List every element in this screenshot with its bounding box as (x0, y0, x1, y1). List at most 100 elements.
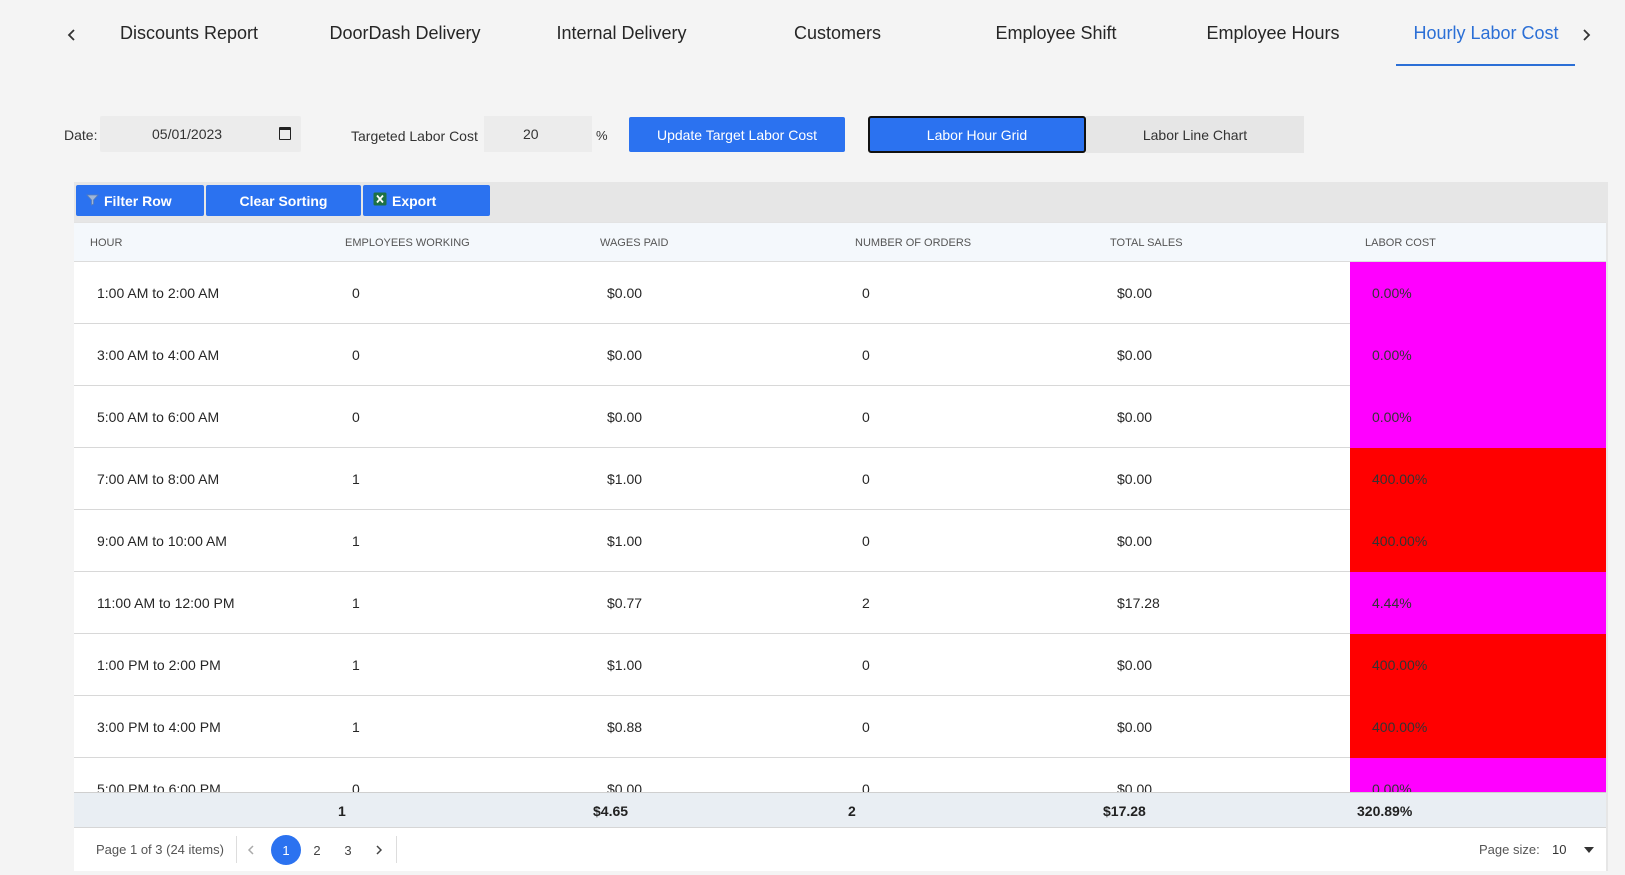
cell-hour: 1:00 PM to 2:00 PM (97, 657, 221, 673)
date-value: 05/01/2023 (152, 126, 223, 142)
active-tab-indicator (1396, 64, 1575, 66)
page-size-select[interactable]: 10 (1552, 828, 1566, 871)
target-labor-cost-input[interactable]: 20 (484, 116, 592, 152)
column-header-number-of-orders[interactable]: NUMBER OF ORDERS (855, 223, 971, 263)
cell-employees-working: 1 (352, 471, 360, 487)
pager-divider (396, 836, 397, 863)
cell-number-of-orders: 0 (862, 471, 870, 487)
cell-total-sales: $0.00 (1117, 533, 1153, 549)
cell-employees-working: 1 (352, 595, 360, 611)
chevron-left-icon (67, 29, 75, 41)
cell-hour: 11:00 AM to 12:00 PM (97, 595, 235, 611)
column-header-labor-cost[interactable]: LABOR COST (1365, 223, 1436, 263)
labor-hour-grid: Filter Row Clear Sorting Export HOUR EMP… (74, 182, 1608, 871)
grid-scrollbar[interactable] (1606, 182, 1608, 871)
labor-line-chart-button[interactable]: Labor Line Chart (1086, 116, 1304, 153)
cell-number-of-orders: 0 (862, 347, 870, 363)
cell-wages-paid: $0.88 (607, 719, 643, 735)
date-label: Date: (64, 127, 98, 143)
summary-wages-paid: $4.65 (593, 803, 629, 819)
table-row[interactable]: 5:00 PM to 6:00 PM 0 $0.00 0 $0.00 0.00% (74, 758, 1608, 792)
pager-info: Page 1 of 3 (24 items) (96, 842, 224, 857)
tab-employee-shift[interactable]: Employee Shift (960, 0, 1152, 66)
cell-wages-paid: $0.00 (607, 285, 643, 301)
cell-hour: 7:00 AM to 8:00 AM (97, 471, 220, 487)
summary-labor-cost: 320.89% (1357, 803, 1413, 819)
clear-sorting-button[interactable]: Clear Sorting (206, 185, 361, 216)
cell-employees-working: 1 (352, 719, 360, 735)
cell-wages-paid: $0.00 (607, 409, 643, 425)
labor-hour-grid-button[interactable]: Labor Hour Grid (868, 116, 1086, 153)
pager-page-1[interactable]: 1 (271, 835, 301, 865)
percent-sign: % (596, 128, 608, 143)
cell-labor-cost: 400.00% (1350, 448, 1608, 510)
cell-hour: 3:00 PM to 4:00 PM (97, 719, 221, 735)
table-row[interactable]: 1:00 PM to 2:00 PM 1 $1.00 0 $0.00 400.0… (74, 634, 1608, 696)
pager-prev-button[interactable] (236, 835, 266, 865)
tabs-scroll-right-button[interactable] (1574, 20, 1598, 50)
excel-icon (373, 192, 387, 209)
filter-icon (86, 193, 99, 209)
cell-number-of-orders: 0 (862, 409, 870, 425)
grid-body: 1:00 AM to 2:00 AM 0 $0.00 0 $0.00 0.00%… (74, 262, 1608, 792)
cell-labor-cost: 400.00% (1350, 634, 1608, 696)
cell-hour: 3:00 AM to 4:00 AM (97, 347, 220, 363)
cell-employees-working: 1 (352, 533, 360, 549)
cell-total-sales: $0.00 (1117, 657, 1153, 673)
cell-wages-paid: $1.00 (607, 533, 643, 549)
cell-total-sales: $0.00 (1117, 719, 1153, 735)
tab-hourly-labor-cost[interactable]: Hourly Labor Cost (1396, 0, 1576, 66)
tab-doordash-delivery[interactable]: DoorDash Delivery (310, 0, 500, 66)
table-row[interactable]: 3:00 AM to 4:00 AM 0 $0.00 0 $0.00 0.00% (74, 324, 1608, 386)
cell-total-sales: $17.28 (1117, 595, 1160, 611)
column-header-employees-working[interactable]: EMPLOYEES WORKING (345, 223, 470, 263)
cell-employees-working: 0 (352, 347, 360, 363)
chevron-right-icon (1583, 29, 1591, 41)
grid-pager: Page 1 of 3 (24 items) 1 2 3 Page size: … (74, 828, 1608, 871)
summary-total-sales: $17.28 (1103, 803, 1146, 819)
cell-hour: 5:00 AM to 6:00 AM (97, 409, 220, 425)
cell-number-of-orders: 0 (862, 657, 870, 673)
cell-employees-working: 0 (352, 781, 360, 792)
cell-labor-cost: 400.00% (1350, 696, 1608, 758)
cell-hour: 1:00 AM to 2:00 AM (97, 285, 220, 301)
cell-number-of-orders: 0 (862, 719, 870, 735)
table-row[interactable]: 5:00 AM to 6:00 AM 0 $0.00 0 $0.00 0.00% (74, 386, 1608, 448)
update-target-labor-cost-button[interactable]: Update Target Labor Cost (629, 117, 845, 152)
cell-employees-working: 1 (352, 657, 360, 673)
cell-employees-working: 0 (352, 285, 360, 301)
cell-number-of-orders: 0 (862, 781, 870, 792)
pager-next-button[interactable] (364, 835, 394, 865)
tabs-scroll-left-button[interactable] (60, 20, 84, 50)
tab-customers[interactable]: Customers (740, 0, 935, 66)
column-header-wages-paid[interactable]: WAGES PAID (600, 223, 668, 263)
table-row[interactable]: 11:00 AM to 12:00 PM 1 $0.77 2 $17.28 4.… (74, 572, 1608, 634)
tab-discounts-report[interactable]: Discounts Report (98, 0, 280, 66)
column-header-hour[interactable]: HOUR (90, 223, 122, 263)
cell-labor-cost: 400.00% (1350, 510, 1608, 572)
chevron-down-icon[interactable] (1584, 847, 1594, 853)
date-input[interactable]: 05/01/2023 (100, 116, 301, 152)
cell-labor-cost: 0.00% (1350, 262, 1608, 324)
table-row[interactable]: 7:00 AM to 8:00 AM 1 $1.00 0 $0.00 400.0… (74, 448, 1608, 510)
cell-number-of-orders: 0 (862, 285, 870, 301)
pager-page-2[interactable]: 2 (302, 835, 332, 865)
pager-page-3[interactable]: 3 (333, 835, 363, 865)
table-row[interactable]: 9:00 AM to 10:00 AM 1 $1.00 0 $0.00 400.… (74, 510, 1608, 572)
tab-internal-delivery[interactable]: Internal Delivery (530, 0, 713, 66)
cell-hour: 9:00 AM to 10:00 AM (97, 533, 227, 549)
column-header-total-sales[interactable]: TOTAL SALES (1110, 223, 1183, 263)
cell-number-of-orders: 0 (862, 533, 870, 549)
cell-wages-paid: $0.77 (607, 595, 643, 611)
target-labor-cost-value: 20 (523, 126, 539, 142)
table-row[interactable]: 1:00 AM to 2:00 AM 0 $0.00 0 $0.00 0.00% (74, 262, 1608, 324)
grid-summary-row: 1 $4.65 2 $17.28 320.89% (74, 792, 1608, 828)
calendar-icon[interactable] (279, 127, 291, 140)
summary-employees-working: 1 (338, 803, 346, 819)
filter-row-button[interactable]: Filter Row (76, 185, 204, 216)
cell-wages-paid: $1.00 (607, 657, 643, 673)
table-row[interactable]: 3:00 PM to 4:00 PM 1 $0.88 0 $0.00 400.0… (74, 696, 1608, 758)
export-button[interactable]: Export (363, 185, 490, 216)
filter-row-label: Filter Row (104, 192, 172, 209)
tab-employee-hours[interactable]: Employee Hours (1177, 0, 1369, 66)
